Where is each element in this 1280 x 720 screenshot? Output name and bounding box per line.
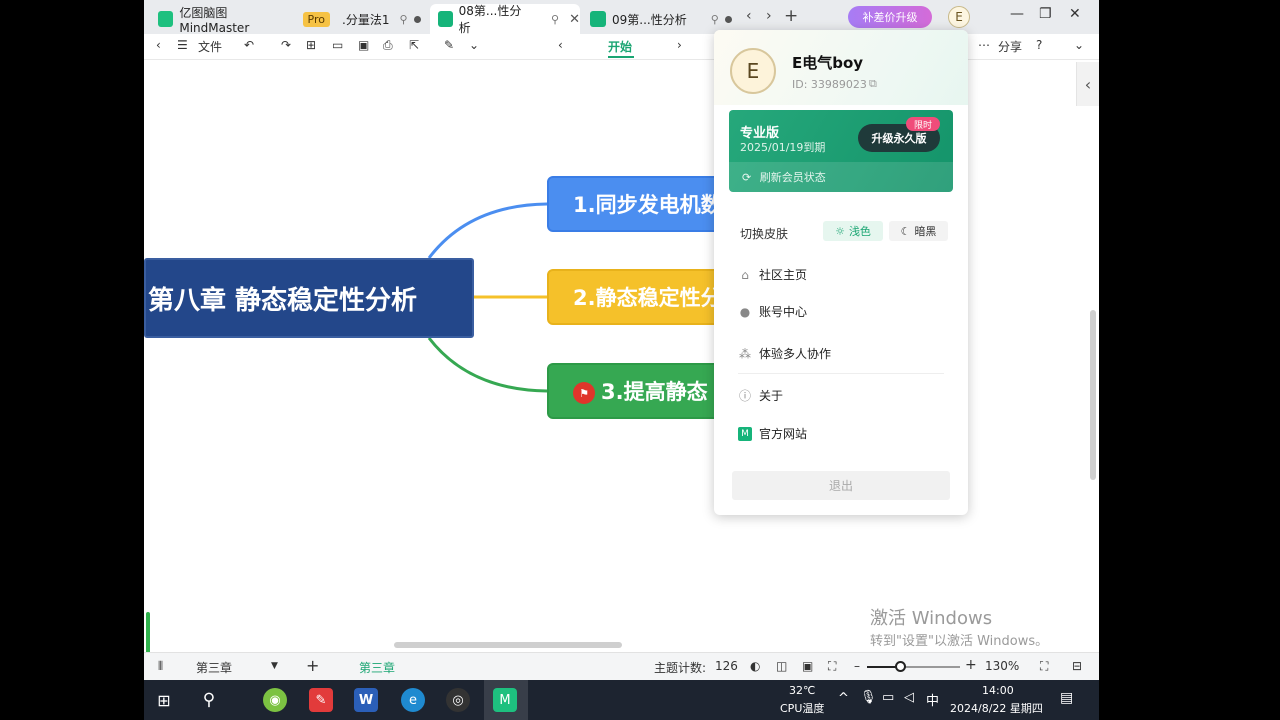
branch-topic-1[interactable]: 1.同步发电机数 xyxy=(547,176,722,232)
menu-community-home[interactable]: ⌂ 社区主页 xyxy=(738,266,807,283)
menu-label: 社区主页 xyxy=(759,268,808,282)
skin-light-button[interactable]: ☼ 浅色 xyxy=(823,221,883,241)
branch-topic-label: 1.同步发电机数 xyxy=(573,193,722,217)
plan-expiry: 2025/01/19到期 xyxy=(740,141,826,154)
cpu-temp-label: CPU温度 xyxy=(780,702,825,715)
user-icon: ● xyxy=(739,304,751,319)
refresh-membership-button[interactable]: ⟳ 刷新会员状态 xyxy=(742,169,826,185)
flag-icon: ⚑ xyxy=(573,382,595,404)
menu-official-website[interactable]: M 官方网站 xyxy=(738,425,807,442)
refresh-membership-label: 刷新会员状态 xyxy=(759,171,826,184)
limited-time-badge: 限时 xyxy=(906,117,940,131)
copy-icon[interactable]: ⧉ xyxy=(869,77,877,91)
share-nodes-icon: ⁂ xyxy=(739,346,751,361)
menu-account-center[interactable]: ● 账号中心 xyxy=(738,303,807,320)
logout-label: 退出 xyxy=(828,479,853,493)
branch-topic-3[interactable]: ⚑ 3.提高静态 xyxy=(547,363,722,419)
branch-topic-label: 3.提高静态 xyxy=(601,380,708,404)
menu-divider xyxy=(738,373,944,374)
info-icon: ⓘ xyxy=(738,389,751,403)
membership-card: 专业版 2025/01/19到期 升级永久版 限时 ⟳ 刷新会员状态 xyxy=(729,110,953,192)
skin-light-label: 浅色 xyxy=(848,225,871,238)
branch-topic-2[interactable]: 2.静态稳定性分 xyxy=(547,269,722,325)
topic-count-value: 126 xyxy=(715,659,738,673)
menu-about[interactable]: ⓘ 关于 xyxy=(738,387,783,404)
tray-expand-icon[interactable]: ^ xyxy=(838,691,849,706)
search-icon[interactable]: ⚲ xyxy=(197,688,221,712)
zoom-slider-handle[interactable] xyxy=(895,661,907,672)
topic-count-label: 主题计数: xyxy=(654,661,707,675)
fullscreen-icon[interactable]: ⛶ xyxy=(1040,659,1048,674)
word-icon[interactable]: W xyxy=(354,688,378,712)
page-tab[interactable]: 第三章 xyxy=(359,659,395,676)
menu-label: 关于 xyxy=(759,389,784,403)
expand-panel-icon[interactable]: ‹ xyxy=(1076,62,1099,106)
page-select[interactable]: 第三章 xyxy=(196,659,232,676)
menu-label: 官方网站 xyxy=(759,427,808,441)
sun-icon: ☼ xyxy=(835,224,845,238)
branch-topic-label: 2.静态稳定性分 xyxy=(573,286,722,310)
user-id: ID: 33989023 xyxy=(792,78,867,91)
popup-avatar: E xyxy=(730,48,776,94)
green-app-icon[interactable]: ◉ xyxy=(263,688,287,712)
clock-time[interactable]: 14:00 xyxy=(982,684,1014,697)
screen: 亿图脑图MindMaster Pro .分量法1 ⚲ 08第...性分析 ⚲ ✕… xyxy=(0,0,1280,720)
chevron-down-icon[interactable]: ▼ xyxy=(271,661,278,671)
theme-icon[interactable]: ◐ xyxy=(750,659,760,673)
mindmaster-window: 亿图脑图MindMaster Pro .分量法1 ⚲ 08第...性分析 ⚲ ✕… xyxy=(144,0,1099,680)
windows-taskbar: ⊞ ⚲ ◉ ✎ W e ◎ M 32℃ CPU温度 ^ 🎙 ▭ ◁ 中 14:0… xyxy=(144,680,1099,720)
menu-label: 体验多人协作 xyxy=(759,347,832,361)
mindmaster-taskbar-icon[interactable]: M xyxy=(493,688,517,712)
vertical-scrollbar[interactable] xyxy=(1090,310,1096,480)
menu-label: 账号中心 xyxy=(759,305,808,319)
add-page-icon[interactable]: + xyxy=(306,656,319,675)
windows-start-icon[interactable]: ⊞ xyxy=(152,688,176,712)
zoom-level[interactable]: 130% xyxy=(985,659,1019,673)
home-icon: ⌂ xyxy=(741,267,749,282)
logout-button[interactable]: 退出 xyxy=(732,471,950,500)
clock-date[interactable]: 2024/8/22 星期四 xyxy=(950,700,1043,716)
upgrade-permanent-label: 升级永久版 xyxy=(871,132,927,145)
panel-toggle-icon[interactable]: ⊟ xyxy=(1072,659,1082,673)
account-popup: E E电气boy ID: 33989023 ⧉ 专业版 2025/01/19到期… xyxy=(714,30,968,515)
connector-line-1 xyxy=(427,202,548,259)
zoom-in-icon[interactable]: + xyxy=(965,657,977,673)
horizontal-scrollbar[interactable] xyxy=(394,642,622,648)
zoom-out-icon[interactable]: – xyxy=(854,659,860,673)
skin-label: 切换皮肤 xyxy=(740,227,789,241)
ime-indicator[interactable]: 中 xyxy=(926,690,939,709)
central-topic[interactable]: 第八章 静态稳定性分析 xyxy=(144,258,474,338)
central-topic-label: 第八章 静态稳定性分析 xyxy=(148,285,418,316)
connector-line-3 xyxy=(427,337,548,393)
volume-icon[interactable]: ◁ xyxy=(904,690,914,705)
draw-app-icon[interactable]: ✎ xyxy=(309,688,333,712)
obs-icon[interactable]: ◎ xyxy=(446,688,470,712)
edge-icon[interactable]: e xyxy=(401,688,425,712)
notification-icon[interactable]: ▤ xyxy=(1060,690,1073,706)
cpu-temp: 32℃ xyxy=(789,684,816,697)
menu-collaboration[interactable]: ⁂ 体验多人协作 xyxy=(738,345,831,362)
zoom-slider[interactable] xyxy=(867,666,960,668)
avatar-letter: E xyxy=(746,59,760,83)
moon-icon: ☾ xyxy=(900,224,911,238)
website-icon: M xyxy=(738,426,752,441)
status-bar: ⫴ 第三章 ▼ + 第三章 主题计数: 126 ◐ ◫ ▣ ⛶ – + 130%… xyxy=(144,652,1099,680)
page-list-icon[interactable]: ⫴ xyxy=(158,659,163,674)
activation-watermark-subtitle: 转到"设置"以激活 Windows。 xyxy=(870,634,1049,649)
microphone-icon[interactable]: 🎙 xyxy=(860,690,877,705)
skin-dark-button[interactable]: ☾ 暗黑 xyxy=(889,221,948,241)
skin-dark-label: 暗黑 xyxy=(914,225,937,238)
fullscreen-fit-icon[interactable]: ⛶ xyxy=(828,659,836,674)
activation-watermark-title: 激活 Windows xyxy=(870,608,993,629)
fit-page-icon[interactable]: ▣ xyxy=(802,659,813,673)
username: E电气boy xyxy=(792,54,864,72)
network-icon[interactable]: ▭ xyxy=(882,690,894,705)
book-view-icon[interactable]: ◫ xyxy=(776,659,787,673)
refresh-icon: ⟳ xyxy=(742,171,752,184)
